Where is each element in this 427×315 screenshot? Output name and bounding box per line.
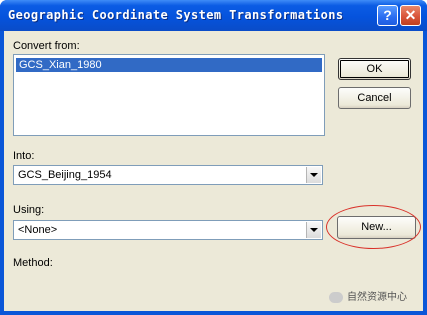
watermark: 自然资源中心 <box>329 288 407 303</box>
cancel-button[interactable]: Cancel <box>338 87 411 109</box>
dialog-window: Geographic Coordinate System Transformat… <box>0 0 427 315</box>
ok-button[interactable]: OK <box>338 58 411 80</box>
convert-from-list[interactable]: GCS_Xian_1980 <box>13 54 325 136</box>
using-dropdown[interactable]: <None> <box>13 220 323 240</box>
close-button[interactable]: ✕ <box>400 5 421 26</box>
convert-from-label: Convert from: <box>13 40 80 52</box>
into-value: GCS_Beijing_1954 <box>18 169 112 181</box>
window-title: Geographic Coordinate System Transformat… <box>8 8 344 22</box>
title-bar[interactable]: Geographic Coordinate System Transformat… <box>0 0 427 31</box>
help-button[interactable]: ? <box>377 5 398 26</box>
watermark-text: 自然资源中心 <box>347 292 407 303</box>
chevron-down-icon[interactable] <box>306 222 321 238</box>
wechat-icon <box>329 291 343 303</box>
into-label: Into: <box>13 150 35 162</box>
annotation-ellipse <box>326 205 421 249</box>
dialog-body: Convert from: GCS_Xian_1980 Into: GCS_Be… <box>4 31 423 311</box>
method-label: Method: <box>13 257 53 269</box>
using-label: Using: <box>13 204 45 216</box>
using-value: <None> <box>18 224 58 236</box>
chevron-down-icon[interactable] <box>306 167 321 183</box>
into-dropdown[interactable]: GCS_Beijing_1954 <box>13 165 323 185</box>
list-item[interactable]: GCS_Xian_1980 <box>16 58 322 72</box>
